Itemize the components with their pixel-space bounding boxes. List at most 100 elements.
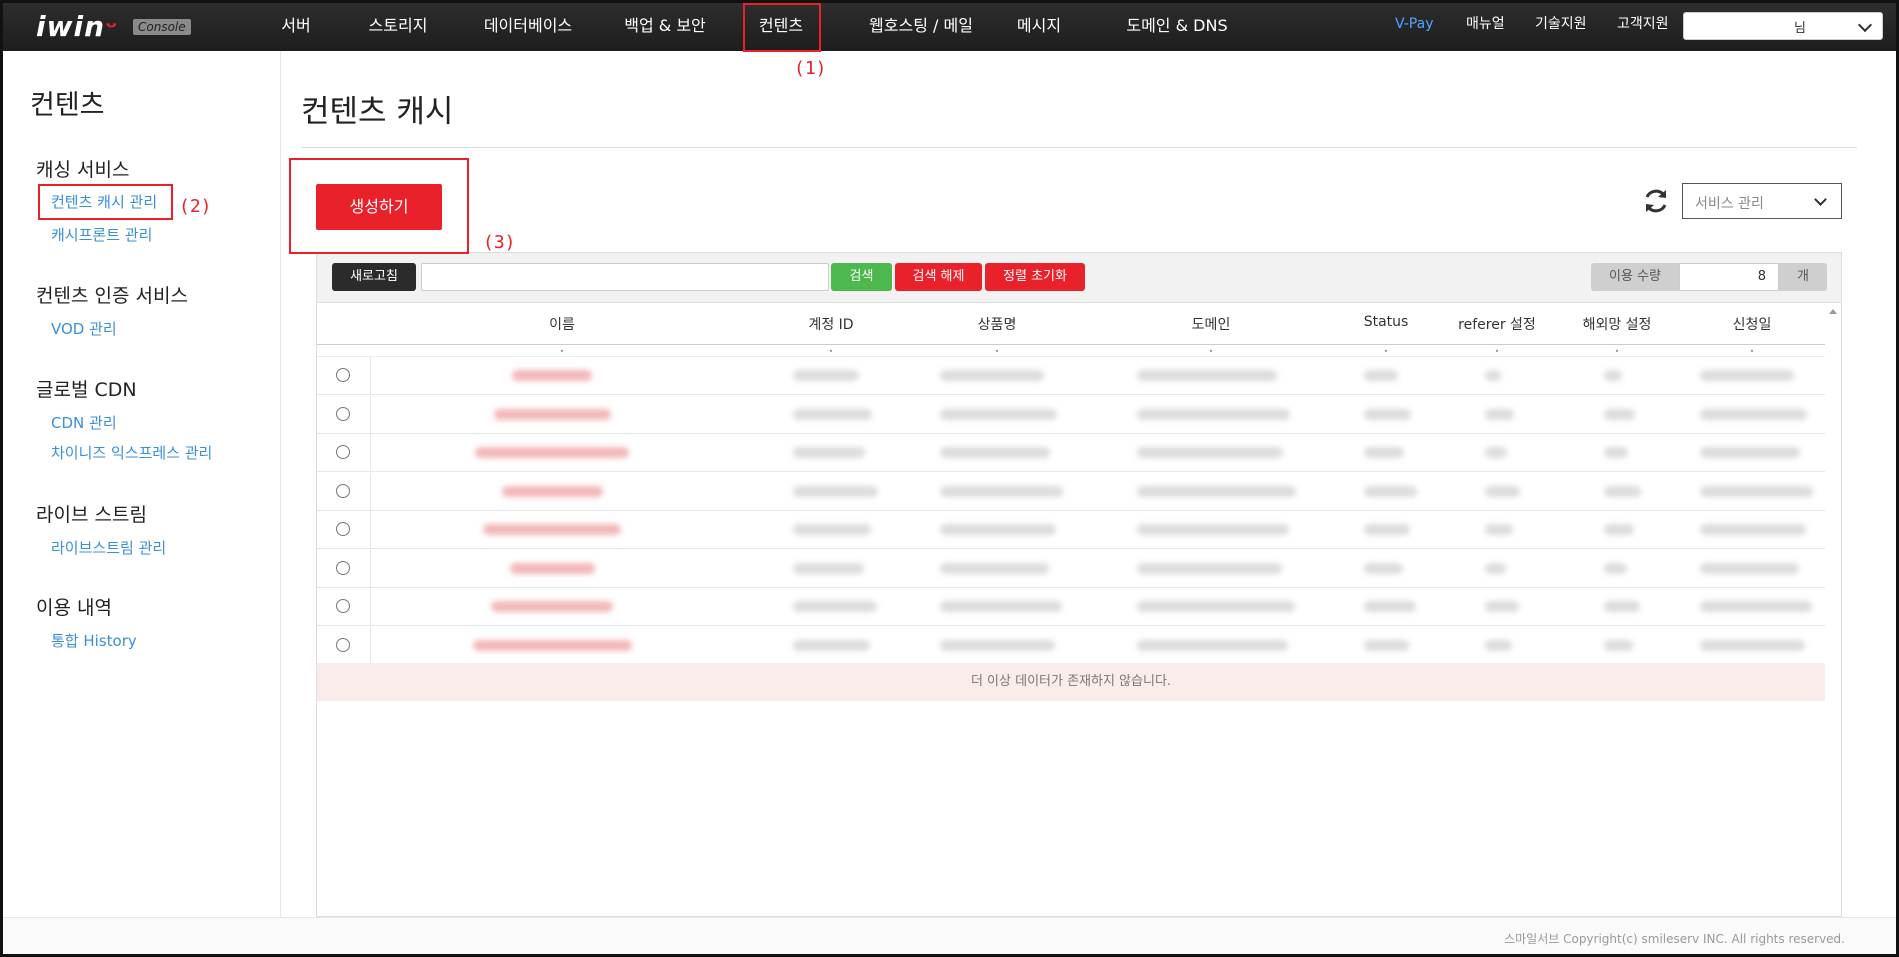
redacted-cell — [1137, 524, 1289, 535]
table-row[interactable] — [317, 588, 1825, 626]
nav-storage[interactable]: 스토리지 — [362, 0, 434, 51]
redacted-cell — [793, 485, 878, 497]
table-row[interactable] — [317, 511, 1825, 549]
redacted-cell — [1700, 447, 1800, 458]
row-select-cell — [317, 626, 371, 665]
redacted-cell — [1700, 524, 1806, 535]
annotation-box-3 — [289, 158, 469, 254]
nav-customer-support[interactable]: 고객지원 — [1617, 0, 1669, 51]
sidebar-item-chinese-express[interactable]: 차이니즈 익스프레스 관리 — [51, 442, 212, 463]
search-button[interactable]: 검색 — [831, 263, 892, 291]
redacted-cell — [1137, 370, 1277, 381]
redacted-cell — [1604, 601, 1640, 612]
nav-message[interactable]: 메시지 — [1012, 0, 1066, 51]
table-row[interactable] — [317, 626, 1825, 665]
sidebar-item-vod[interactable]: VOD 관리 — [51, 318, 117, 339]
logo-text: iwin — [36, 10, 105, 43]
row-radio-button[interactable] — [336, 599, 350, 613]
sidebar-group-auth: 컨텐츠 인증 서비스 — [36, 285, 188, 307]
reload-button[interactable]: 새로고침 — [332, 263, 416, 291]
nav-backup-security[interactable]: 백업 & 보안 — [620, 0, 710, 51]
row-radio-button[interactable] — [336, 368, 350, 382]
row-radio-button[interactable] — [336, 637, 350, 652]
sidebar-item-cdn[interactable]: CDN 관리 — [51, 412, 117, 433]
row-radio-button[interactable] — [336, 406, 350, 421]
table-row[interactable] — [317, 434, 1825, 472]
annotation-label-1: (1) — [794, 58, 827, 79]
redacted-cell — [1485, 447, 1507, 458]
redacted-cell — [1485, 601, 1519, 612]
page-title: 컨텐츠 캐시 — [301, 94, 454, 130]
nav-vpay[interactable]: V-Pay — [1395, 0, 1434, 51]
redacted-cell — [1364, 639, 1409, 651]
nav-database[interactable]: 데이터베이스 — [478, 0, 578, 51]
column-name[interactable]: 이름 — [549, 314, 575, 334]
clear-search-button[interactable]: 검색 해제 — [895, 263, 982, 291]
column-applied-date[interactable]: 신청일 — [1733, 314, 1772, 334]
chevron-down-icon — [1857, 17, 1873, 33]
refresh-icon[interactable] — [1642, 187, 1670, 215]
redacted-cell — [1700, 485, 1813, 497]
column-status[interactable]: Status — [1364, 314, 1409, 330]
redacted-cell — [1137, 447, 1283, 458]
iwin-logo[interactable]: iwinᵕ — [36, 10, 119, 43]
row-select-cell — [317, 395, 371, 434]
sidebar-item-livestream[interactable]: 라이브스트림 관리 — [51, 537, 166, 558]
console-badge: Console — [133, 19, 191, 35]
redacted-cell — [940, 370, 1044, 381]
logo-smile-icon: ᵕ — [105, 13, 119, 43]
redacted-cell — [512, 370, 592, 381]
scroll-up-arrow-icon[interactable] — [1829, 309, 1837, 314]
sidebar-item-cachefront[interactable]: 캐시프론트 관리 — [51, 224, 152, 245]
redacted-cell — [1137, 485, 1296, 497]
column-overseas[interactable]: 해외망 설정 — [1583, 314, 1652, 334]
annotation-box-2 — [38, 184, 173, 220]
redacted-cell — [1604, 370, 1622, 381]
redacted-cell — [793, 447, 865, 458]
user-account-dropdown[interactable]: 님 — [1683, 12, 1883, 40]
nav-manual[interactable]: 매뉴얼 — [1466, 0, 1505, 51]
filter-marker: • — [994, 347, 1000, 356]
row-radio-button[interactable] — [336, 560, 350, 575]
redacted-cell — [1604, 524, 1634, 535]
reset-sort-button[interactable]: 정렬 초기화 — [985, 263, 1085, 291]
row-radio-button[interactable] — [336, 445, 350, 459]
row-radio-button[interactable] — [336, 522, 350, 536]
column-product[interactable]: 상품명 — [978, 314, 1017, 334]
nav-webhosting-mail[interactable]: 웹호스팅 / 메일 — [856, 0, 986, 51]
redacted-cell — [1137, 639, 1288, 651]
table-row[interactable] — [317, 549, 1825, 588]
row-select-cell — [317, 357, 371, 395]
nav-domain-dns[interactable]: 도메인 & DNS — [1112, 0, 1242, 51]
row-radio-button[interactable] — [336, 483, 350, 498]
annotation-label-2: (2) — [179, 196, 212, 217]
redacted-cell — [1485, 639, 1512, 651]
table-row[interactable] — [317, 472, 1825, 511]
annotation-label-3: (3) — [483, 232, 516, 253]
redacted-cell — [1364, 370, 1398, 381]
redacted-cell — [940, 524, 1056, 535]
service-management-select[interactable]: 서비스 관리 — [1682, 183, 1842, 219]
nav-tech-support[interactable]: 기술지원 — [1535, 0, 1587, 51]
redacted-cell — [1700, 601, 1812, 612]
redacted-cell — [1604, 447, 1628, 458]
usage-count-unit: 개 — [1779, 263, 1827, 291]
sidebar-item-history[interactable]: 통합 History — [51, 630, 137, 651]
sidebar-group-live-stream: 라이브 스트림 — [36, 504, 147, 526]
row-select-cell — [317, 588, 371, 626]
redacted-cell — [1364, 447, 1404, 458]
column-account-id[interactable]: 계정 ID — [808, 314, 853, 334]
table-row[interactable] — [317, 357, 1825, 395]
nav-server[interactable]: 서버 — [272, 0, 320, 51]
sidebar-group-caching: 캐싱 서비스 — [36, 159, 130, 181]
redacted-cell — [1700, 639, 1805, 651]
column-referer[interactable]: referer 설정 — [1458, 314, 1536, 334]
column-domain[interactable]: 도메인 — [1192, 314, 1231, 334]
table-row[interactable] — [317, 395, 1825, 434]
redacted-cell — [940, 601, 1062, 612]
row-select-cell — [317, 472, 371, 511]
redacted-cell — [940, 485, 1063, 497]
search-input[interactable] — [421, 263, 829, 291]
redacted-cell — [940, 562, 1049, 574]
table-header: 이름 계정 ID 상품명 도메인 Status referer 설정 해외망 설… — [317, 303, 1825, 345]
